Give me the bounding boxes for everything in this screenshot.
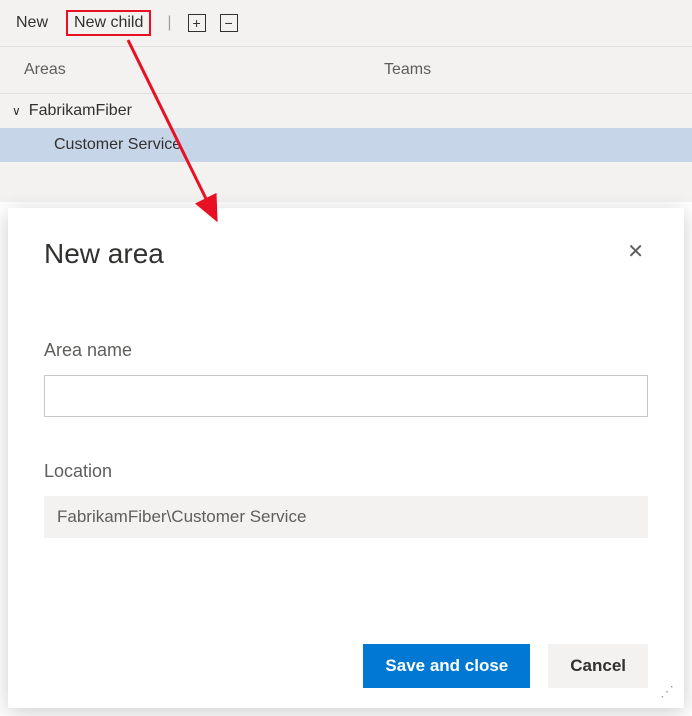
collapse-all-icon[interactable]: − (220, 14, 238, 32)
expand-all-icon[interactable]: + (188, 14, 206, 32)
area-tree: ∨ FabrikamFiber Customer Service (0, 94, 692, 202)
save-and-close-button[interactable]: Save and close (363, 644, 530, 688)
toolbar-divider: | (165, 14, 173, 32)
new-child-button[interactable]: New child (66, 10, 151, 36)
tree-node-label: FabrikamFiber (29, 102, 132, 120)
chevron-down-icon[interactable]: ∨ (12, 104, 21, 118)
dialog-header: New area ✕ (44, 238, 648, 270)
area-name-label: Area name (44, 340, 648, 361)
toolbar: New New child | + − (0, 0, 692, 47)
tree-root-node[interactable]: ∨ FabrikamFiber (0, 94, 692, 128)
dialog-title: New area (44, 238, 164, 270)
tree-node-label: Customer Service (54, 136, 181, 154)
resize-grip-icon[interactable]: ⋰ (660, 684, 674, 698)
area-name-field: Area name (44, 340, 648, 417)
tabs: Areas Teams (0, 47, 692, 94)
tree-child-node[interactable]: Customer Service (0, 128, 692, 162)
new-button[interactable]: New (12, 12, 52, 34)
location-field: Location (44, 461, 648, 538)
area-name-input[interactable] (44, 375, 648, 417)
cancel-button[interactable]: Cancel (548, 644, 648, 688)
new-area-dialog: New area ✕ Area name Location Save and c… (8, 208, 684, 708)
location-input[interactable] (44, 496, 648, 538)
close-icon[interactable]: ✕ (623, 238, 648, 266)
location-label: Location (44, 461, 648, 482)
tab-areas[interactable]: Areas (0, 47, 360, 93)
tab-teams[interactable]: Teams (360, 47, 692, 93)
dialog-actions: Save and close Cancel (44, 624, 648, 688)
